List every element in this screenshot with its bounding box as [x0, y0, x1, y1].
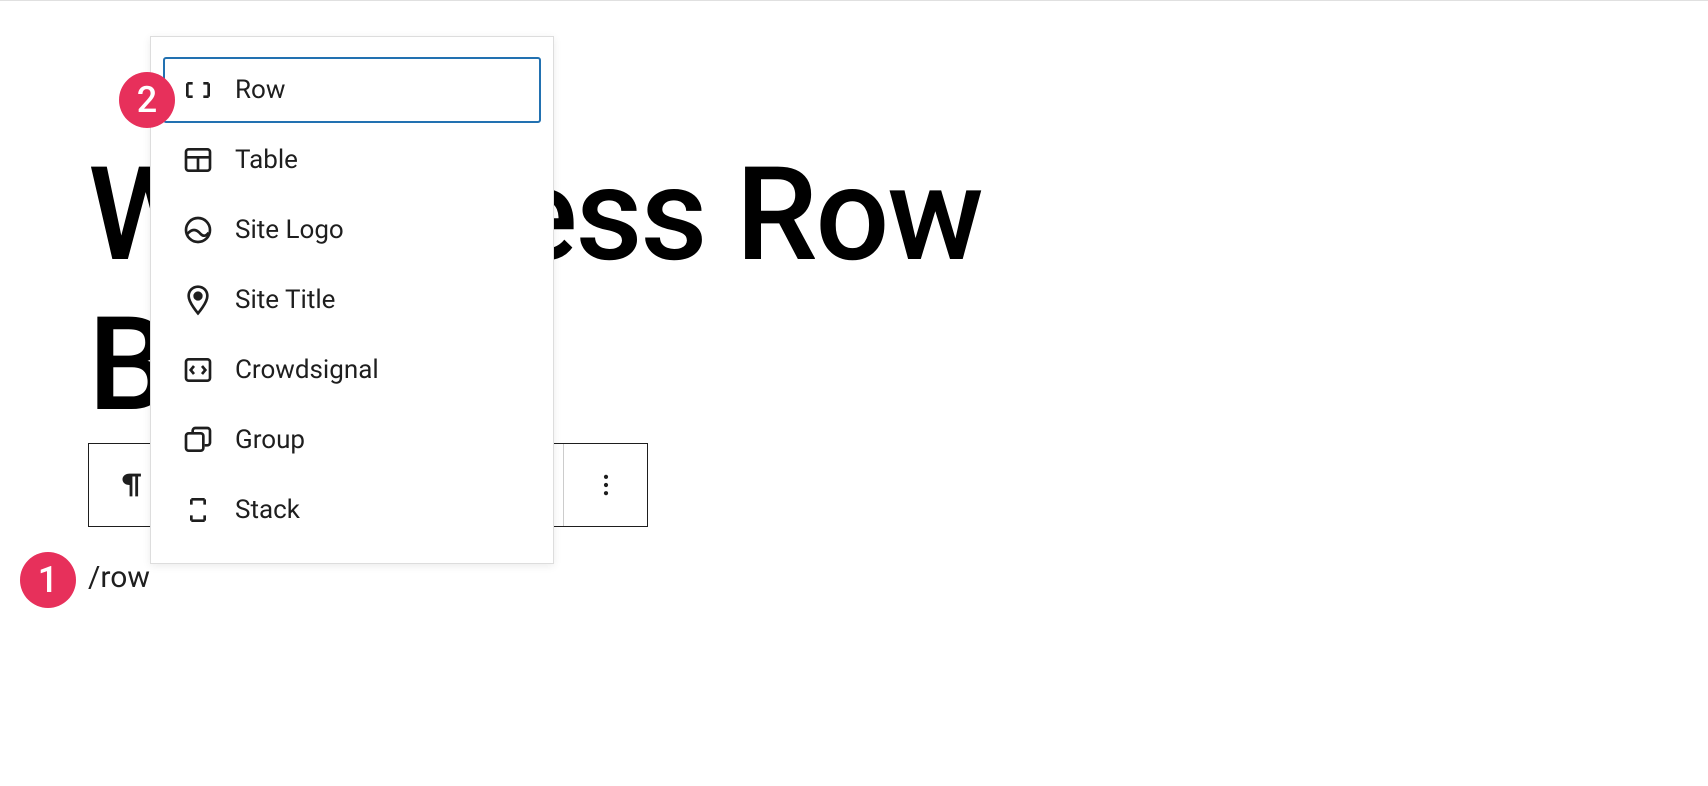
block-option-site-logo[interactable]: Site Logo — [163, 197, 541, 263]
block-option-label: Site Title — [235, 285, 335, 315]
crowdsignal-icon — [181, 353, 215, 387]
group-icon — [181, 423, 215, 457]
more-options-button[interactable] — [563, 444, 647, 526]
block-option-stack[interactable]: Stack — [163, 477, 541, 543]
site-title-icon — [181, 283, 215, 317]
block-option-table[interactable]: Table — [163, 127, 541, 193]
slash-command-input[interactable]: /row — [88, 560, 150, 595]
site-logo-icon — [181, 213, 215, 247]
block-option-label: Group — [235, 425, 305, 455]
block-option-site-title[interactable]: Site Title — [163, 267, 541, 333]
block-autocomplete-popover: Row Table Site Logo Site Title — [150, 36, 554, 564]
block-option-label: Table — [235, 145, 298, 175]
block-option-label: Row — [235, 75, 285, 105]
annotation-badge-1: 1 — [20, 552, 76, 608]
block-option-crowdsignal[interactable]: Crowdsignal — [163, 337, 541, 403]
table-icon — [181, 143, 215, 177]
row-icon — [181, 73, 215, 107]
block-option-row[interactable]: Row — [163, 57, 541, 123]
stack-icon — [181, 493, 215, 527]
paragraph-icon — [114, 468, 148, 502]
top-divider — [0, 0, 1708, 1]
block-option-label: Stack — [235, 495, 300, 525]
block-option-group[interactable]: Group — [163, 407, 541, 473]
more-vertical-icon — [592, 471, 620, 499]
block-option-label: Site Logo — [235, 215, 344, 245]
block-option-label: Crowdsignal — [235, 355, 379, 385]
annotation-badge-2: 2 — [119, 72, 175, 128]
